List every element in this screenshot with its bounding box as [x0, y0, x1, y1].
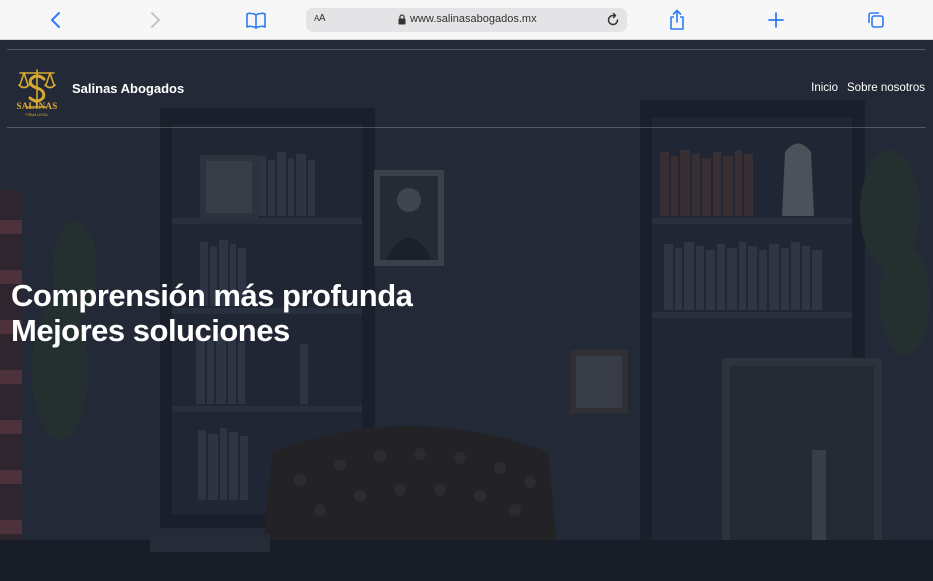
hero-headline-line1: Comprensión más profunda: [11, 278, 413, 313]
reload-icon[interactable]: [605, 12, 621, 28]
new-tab-icon[interactable]: [764, 8, 788, 32]
tabs-icon[interactable]: [864, 8, 888, 32]
hero-section: SALINAS FIRMA LEGAL Salinas Abogados Ini…: [0, 40, 933, 581]
url-field[interactable]: www.salinasabogados.mx: [398, 13, 537, 25]
lock-icon: [398, 13, 406, 24]
nav-top-divider: [7, 49, 926, 50]
logo-text: SALINAS: [16, 101, 58, 111]
url-text: www.salinasabogados.mx: [410, 13, 537, 25]
browser-toolbar: AA www.salinasabogados.mx: [0, 0, 933, 40]
nav-link-inicio[interactable]: Inicio: [811, 82, 838, 94]
reader-button[interactable]: AA: [314, 13, 326, 24]
logo-subtext: FIRMA LEGAL: [25, 113, 49, 117]
nav-bottom-divider: [7, 127, 926, 128]
main-nav: Inicio Sobre nosotros: [811, 82, 925, 94]
nav-link-sobre-nosotros[interactable]: Sobre nosotros: [847, 82, 925, 94]
bookmarks-icon[interactable]: [244, 8, 268, 32]
brand-name[interactable]: Salinas Abogados: [72, 81, 184, 96]
share-icon[interactable]: [665, 8, 689, 32]
hero-headline: Comprensión más profunda Mejores solucio…: [11, 278, 413, 348]
hero-headline-line2: Mejores soluciones: [11, 313, 290, 348]
forward-icon[interactable]: [143, 8, 167, 32]
back-icon[interactable]: [44, 8, 68, 32]
address-bar[interactable]: AA www.salinasabogados.mx: [306, 8, 627, 32]
